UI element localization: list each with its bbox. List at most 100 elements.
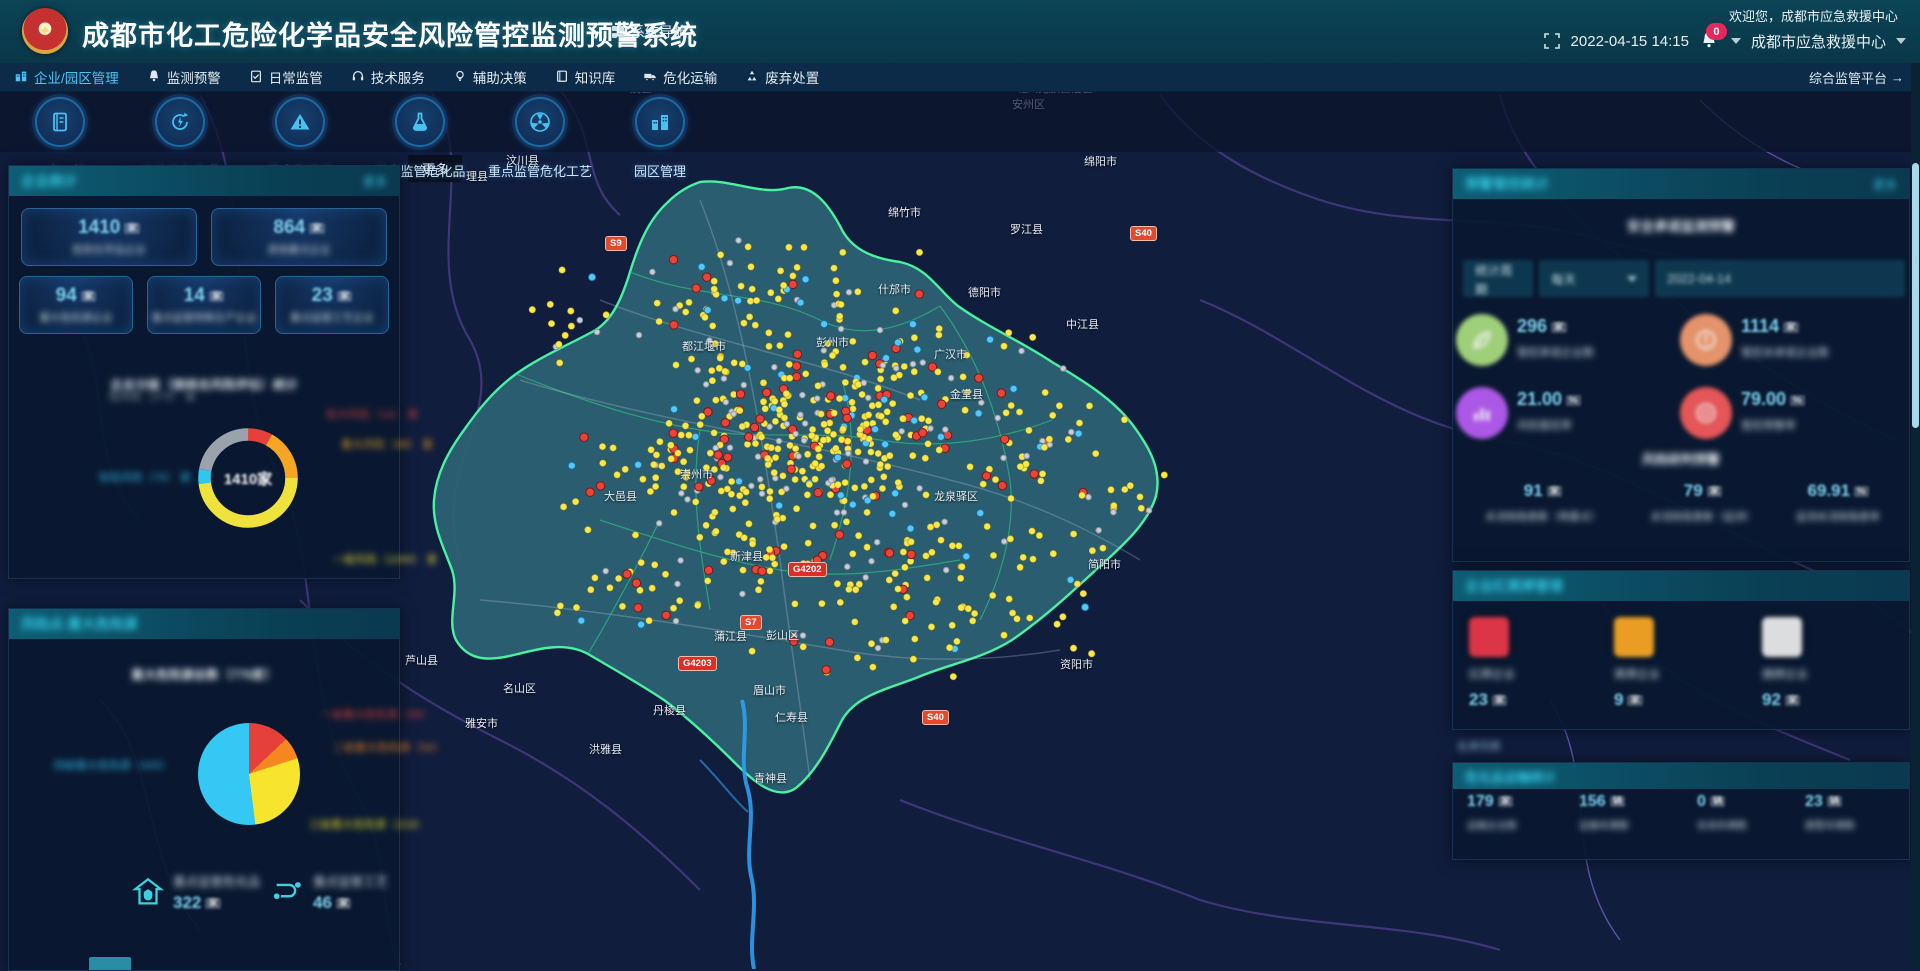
enterprise-dot-gray[interactable]	[910, 361, 916, 367]
enterprise-dot-yellow[interactable]	[654, 300, 661, 307]
enterprise-dot-yellow[interactable]	[1008, 402, 1015, 409]
enterprise-dot-yellow[interactable]	[560, 503, 567, 510]
enterprise-dot-blue[interactable]	[735, 297, 742, 304]
org-name[interactable]: 成都市应急救援中心	[1751, 31, 1886, 52]
enterprise-dot-yellow[interactable]	[658, 463, 665, 470]
enterprise-dot-yellow[interactable]	[1006, 596, 1013, 603]
enterprise-dot-yellow[interactable]	[802, 371, 809, 378]
enterprise-dot-yellow[interactable]	[895, 586, 902, 593]
enterprise-dot-yellow[interactable]	[753, 297, 760, 304]
enterprise-dot-yellow[interactable]	[615, 575, 622, 582]
enterprise-dot-yellow[interactable]	[704, 578, 711, 585]
enterprise-dot-yellow[interactable]	[859, 391, 866, 398]
enterprise-dot-yellow[interactable]	[1060, 613, 1067, 620]
enterprise-dot-red[interactable]	[998, 481, 1006, 489]
enterprise-dot-red[interactable]	[1030, 470, 1038, 478]
enterprise-dot-yellow[interactable]	[1089, 547, 1096, 554]
enterprise-dot-yellow[interactable]	[883, 637, 890, 644]
enterprise-dot-yellow[interactable]	[709, 377, 716, 384]
enterprise-dot-yellow[interactable]	[892, 307, 899, 314]
enterprise-dot-yellow[interactable]	[794, 264, 801, 271]
enterprise-dot-gray[interactable]	[673, 618, 679, 624]
enterprise-dot-yellow[interactable]	[746, 314, 753, 321]
enterprise-dot-yellow[interactable]	[818, 411, 825, 418]
quick-重点监管危化工艺[interactable]: 重点监管危化工艺	[480, 97, 600, 207]
enterprise-dot-gray[interactable]	[718, 474, 724, 480]
enterprise-dot-red[interactable]	[704, 566, 712, 574]
enterprise-dot-blue[interactable]	[894, 339, 901, 346]
enterprise-dot-yellow[interactable]	[622, 466, 629, 473]
enterprise-dot-yellow[interactable]	[834, 580, 841, 587]
enterprise-dot-yellow[interactable]	[849, 550, 856, 557]
enterprise-dot-gray[interactable]	[793, 431, 799, 437]
enterprise-dot-yellow[interactable]	[815, 446, 822, 453]
platform-link[interactable]: 综合监管平台 →	[1809, 68, 1920, 87]
enterprise-dot-gray[interactable]	[695, 368, 701, 374]
enterprise-dot-yellow[interactable]	[709, 323, 716, 330]
enterprise-dot-yellow[interactable]	[529, 306, 536, 313]
enterprise-dot-yellow[interactable]	[831, 522, 838, 529]
enterprise-dot-yellow[interactable]	[610, 445, 617, 452]
enterprise-dot-red[interactable]	[825, 638, 833, 646]
enterprise-dot-yellow[interactable]	[758, 434, 765, 441]
enterprise-dot-blue[interactable]	[821, 321, 828, 328]
enterprise-dot-blue[interactable]	[937, 433, 944, 440]
enterprise-dot-blue[interactable]	[1010, 385, 1017, 392]
enterprise-dot-yellow[interactable]	[916, 249, 923, 256]
enterprise-dot-yellow[interactable]	[936, 332, 943, 339]
enterprise-dot-gray[interactable]	[1069, 429, 1075, 435]
enterprise-dot-yellow[interactable]	[1070, 531, 1077, 538]
enterprise-dot-gray[interactable]	[861, 380, 867, 386]
enterprise-dot-yellow[interactable]	[984, 523, 991, 530]
enterprise-dot-yellow[interactable]	[559, 267, 566, 274]
enterprise-dot-yellow[interactable]	[1017, 463, 1024, 470]
enterprise-dot-gray[interactable]	[603, 568, 609, 574]
enterprise-dot-yellow[interactable]	[837, 599, 844, 606]
enterprise-dot-yellow[interactable]	[836, 395, 843, 402]
enterprise-dot-gray[interactable]	[736, 238, 742, 244]
enterprise-dot-blue[interactable]	[638, 621, 645, 628]
enterprise-dot-yellow[interactable]	[698, 413, 705, 420]
enterprise-dot-yellow[interactable]	[1065, 436, 1072, 443]
enterprise-dot-yellow[interactable]	[959, 563, 966, 570]
enterprise-dot-yellow[interactable]	[854, 288, 861, 295]
enterprise-dot-yellow[interactable]	[864, 544, 871, 551]
enterprise-dot-gray[interactable]	[721, 376, 727, 382]
enterprise-dot-blue[interactable]	[987, 336, 994, 343]
enterprise-dot-yellow[interactable]	[812, 476, 819, 483]
enterprise-dot-yellow[interactable]	[854, 654, 861, 661]
enterprise-dot-yellow[interactable]	[850, 406, 857, 413]
enterprise-dot-gray[interactable]	[679, 491, 685, 497]
enterprise-dot-yellow[interactable]	[884, 408, 891, 415]
enterprise-dot-yellow[interactable]	[1009, 610, 1016, 617]
enterprise-dot-yellow[interactable]	[1074, 581, 1081, 588]
enterprise-dot-red[interactable]	[634, 604, 642, 612]
enterprise-dot-red[interactable]	[915, 290, 923, 298]
enterprise-dot-yellow[interactable]	[927, 524, 934, 531]
enterprise-dot-red[interactable]	[692, 284, 700, 292]
enterprise-dot-yellow[interactable]	[772, 418, 779, 425]
enterprise-dot-gray[interactable]	[784, 421, 790, 427]
enterprise-dot-yellow[interactable]	[759, 484, 766, 491]
enterprise-dot-yellow[interactable]	[637, 587, 644, 594]
enterprise-dot-yellow[interactable]	[775, 296, 782, 303]
enterprise-dot-yellow[interactable]	[1001, 632, 1008, 639]
card-item[interactable]: 红牌企业23家	[1469, 617, 1599, 710]
enterprise-dot-red[interactable]	[703, 273, 711, 281]
enterprise-dot-yellow[interactable]	[780, 473, 787, 480]
enterprise-dot-yellow[interactable]	[755, 586, 762, 593]
enterprise-dot-yellow[interactable]	[833, 291, 840, 298]
enterprise-dot-yellow[interactable]	[962, 407, 969, 414]
card-item[interactable]: 黄牌企业9家	[1614, 617, 1744, 710]
enterprise-dot-yellow[interactable]	[675, 450, 682, 457]
enterprise-dot-yellow[interactable]	[632, 532, 639, 539]
enterprise-dot-yellow[interactable]	[875, 401, 882, 408]
enterprise-dot-red[interactable]	[982, 472, 990, 480]
enterprise-dot-yellow[interactable]	[805, 540, 812, 547]
enterprise-dot-gray[interactable]	[874, 539, 880, 545]
enterprise-dot-yellow[interactable]	[603, 312, 610, 319]
enterprise-dot-gray[interactable]	[1019, 348, 1025, 354]
enterprise-dot-yellow[interactable]	[1121, 416, 1128, 423]
enterprise-dot-gray[interactable]	[723, 399, 729, 405]
enterprise-dot-yellow[interactable]	[670, 605, 677, 612]
